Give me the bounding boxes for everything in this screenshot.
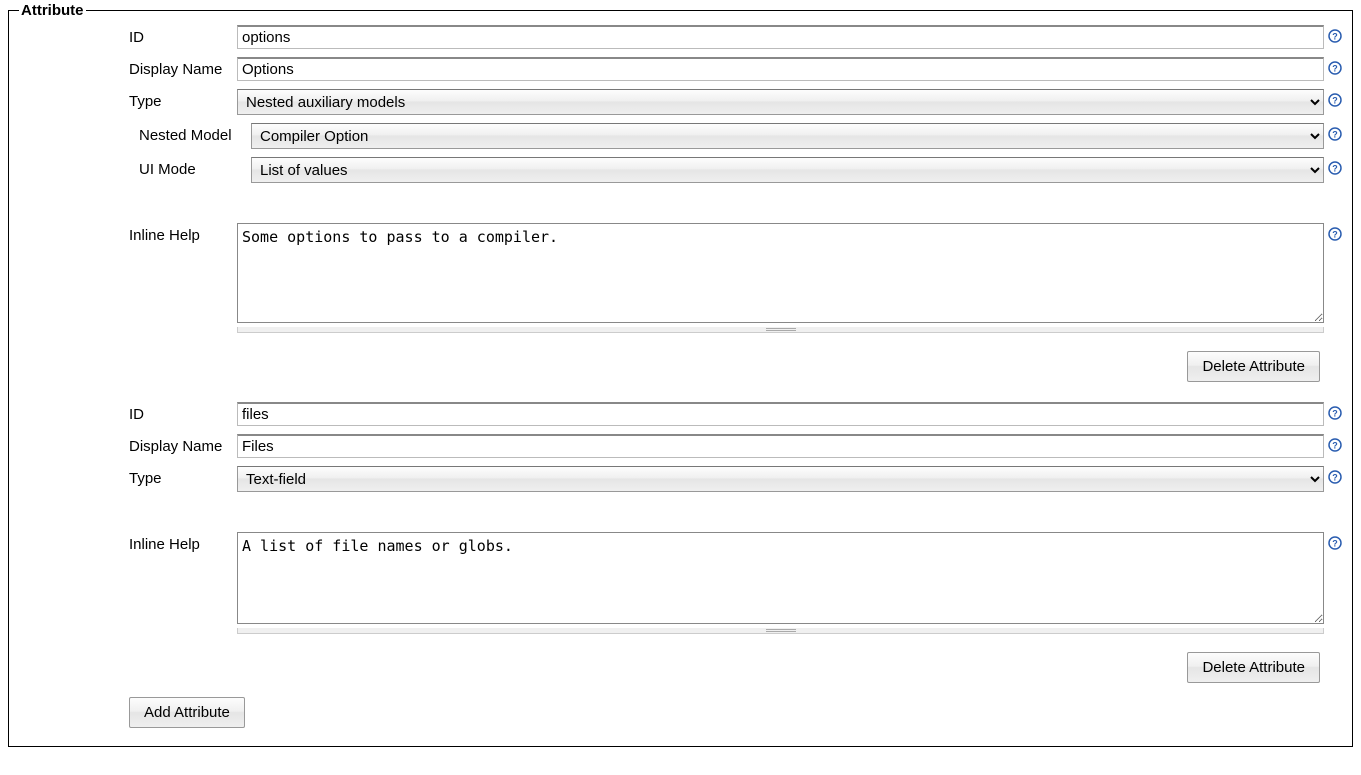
help-icon[interactable]: ? — [1328, 470, 1342, 484]
delete-attribute-button[interactable]: Delete Attribute — [1187, 351, 1320, 382]
help-icon[interactable]: ? — [1328, 406, 1342, 420]
svg-text:?: ? — [1332, 441, 1338, 451]
inline-help-label: Inline Help — [129, 223, 237, 244]
nested-model-select[interactable]: Compiler Option — [251, 123, 1324, 149]
fieldset-legend: Attribute — [19, 2, 86, 19]
ui-mode-label: UI Mode — [139, 157, 251, 178]
help-icon[interactable]: ? — [1328, 29, 1342, 43]
resize-handle[interactable] — [237, 628, 1324, 634]
display-name-label: Display Name — [129, 434, 237, 455]
attribute-block: ID ? Display Name ? Type Nested auxili — [19, 19, 1342, 382]
id-input[interactable] — [237, 25, 1324, 49]
id-label: ID — [129, 402, 237, 423]
svg-text:?: ? — [1332, 96, 1338, 106]
type-label: Type — [129, 466, 237, 487]
svg-text:?: ? — [1332, 164, 1338, 174]
type-label: Type — [129, 89, 237, 110]
help-icon[interactable]: ? — [1328, 61, 1342, 75]
inline-help-label: Inline Help — [129, 532, 237, 553]
help-icon[interactable]: ? — [1328, 438, 1342, 452]
type-select[interactable]: Text-field — [237, 466, 1324, 492]
ui-mode-select[interactable]: List of values — [251, 157, 1324, 183]
svg-text:?: ? — [1332, 539, 1338, 549]
inline-help-textarea[interactable] — [237, 532, 1324, 624]
svg-text:?: ? — [1332, 32, 1338, 42]
add-attribute-button[interactable]: Add Attribute — [129, 697, 245, 728]
inline-help-textarea[interactable] — [237, 223, 1324, 323]
svg-text:?: ? — [1332, 64, 1338, 74]
display-name-input[interactable] — [237, 434, 1324, 458]
svg-text:?: ? — [1332, 473, 1338, 483]
display-name-input[interactable] — [237, 57, 1324, 81]
help-icon[interactable]: ? — [1328, 93, 1342, 107]
svg-text:?: ? — [1332, 409, 1338, 419]
nested-model-label: Nested Model — [139, 123, 251, 144]
resize-handle[interactable] — [237, 327, 1324, 333]
id-input[interactable] — [237, 402, 1324, 426]
help-icon[interactable]: ? — [1328, 127, 1342, 141]
type-select[interactable]: Nested auxiliary models — [237, 89, 1324, 115]
help-icon[interactable]: ? — [1328, 227, 1342, 241]
help-icon[interactable]: ? — [1328, 161, 1342, 175]
svg-text:?: ? — [1332, 130, 1338, 140]
attribute-block: ID ? Display Name ? Type Text-field — [19, 396, 1342, 683]
help-icon[interactable]: ? — [1328, 536, 1342, 550]
attribute-fieldset: Attribute ID ? Display Name ? Type — [8, 2, 1353, 747]
delete-attribute-button[interactable]: Delete Attribute — [1187, 652, 1320, 683]
display-name-label: Display Name — [129, 57, 237, 78]
svg-text:?: ? — [1332, 230, 1338, 240]
id-label: ID — [129, 25, 237, 46]
